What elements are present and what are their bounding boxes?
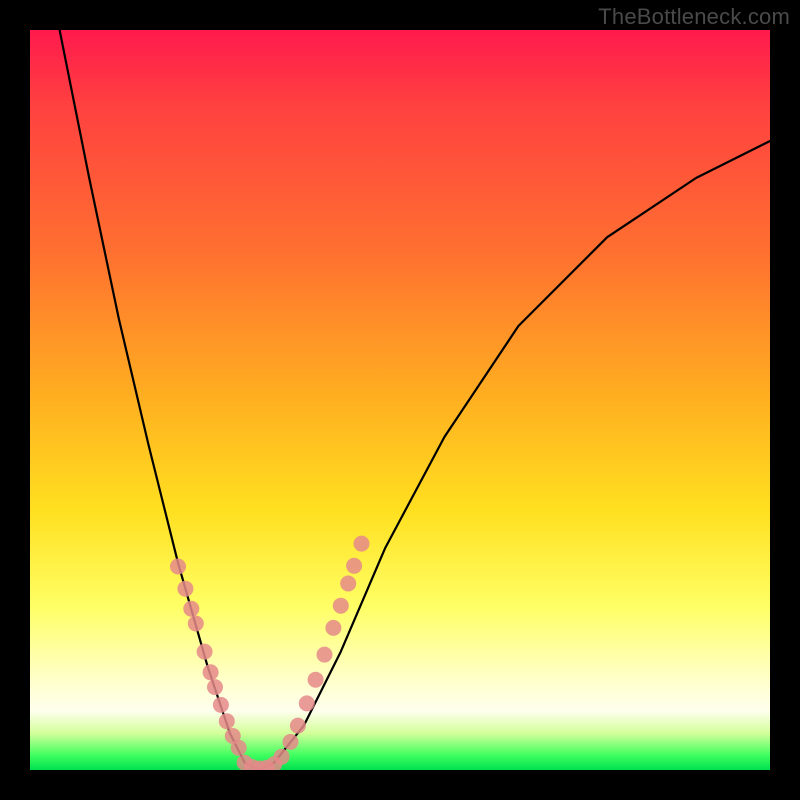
chart-frame: TheBottleneck.com xyxy=(0,0,800,800)
chart-plot-area xyxy=(30,30,770,770)
chart-svg xyxy=(30,30,770,770)
bottleneck-curve xyxy=(60,30,770,770)
watermark-text: TheBottleneck.com xyxy=(598,4,790,30)
